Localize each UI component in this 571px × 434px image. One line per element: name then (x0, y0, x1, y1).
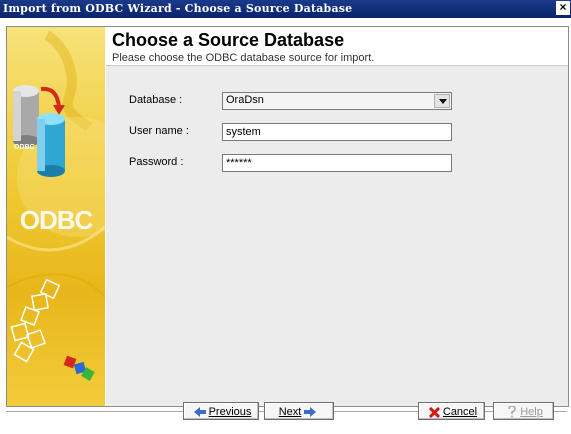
page-subtitle: Please choose the ODBC database source f… (112, 52, 375, 64)
odbc-logo-text: ODBC (19, 205, 94, 235)
next-button[interactable]: Next (264, 402, 334, 420)
form-panel: Database : OraDsn User name : Password : (106, 66, 568, 406)
next-button-label: Next (278, 406, 302, 418)
side-banner: ODBC ODBC (7, 27, 105, 406)
arrow-left-icon (193, 407, 206, 418)
password-input[interactable] (223, 155, 451, 171)
question-mark-icon (508, 406, 516, 418)
colored-cubes-icon (63, 355, 95, 381)
previous-button[interactable]: Previous (183, 402, 259, 420)
network-cubes-icon (10, 278, 61, 363)
database-select-value: OraDsn (226, 94, 264, 106)
odbc-small-label: ODBC (14, 144, 35, 151)
help-button-label: Help (520, 406, 543, 418)
cancel-button-label: Cancel (442, 406, 478, 418)
arrow-right-icon (304, 407, 317, 418)
cancel-button[interactable]: Cancel (418, 402, 485, 420)
help-button[interactable]: Help (493, 402, 554, 420)
chevron-down-icon[interactable] (434, 94, 450, 108)
username-label: User name : (129, 125, 189, 137)
database-select[interactable]: OraDsn (222, 92, 452, 110)
username-field[interactable] (222, 123, 452, 141)
username-input[interactable] (223, 124, 451, 140)
wizard-content: Choose a Source Database Please choose t… (106, 27, 568, 406)
wizard-frame: ODBC ODBC Choose a Source Database Pleas… (6, 26, 569, 407)
database-label: Database : (129, 94, 183, 106)
title-bar: Import from ODBC Wizard - Choose a Sourc… (0, 0, 571, 18)
close-icon[interactable]: × (556, 1, 570, 15)
wizard-window: ODBC ODBC Choose a Source Database Pleas… (0, 18, 571, 434)
page-title: Choose a Source Database (112, 30, 345, 50)
red-x-icon (428, 406, 440, 418)
database-cylinder-blue-icon (37, 113, 65, 177)
previous-button-label: Previous (208, 406, 252, 418)
password-field[interactable] (222, 154, 452, 172)
wizard-header: Choose a Source Database Please choose t… (106, 27, 568, 66)
window-title: Import from ODBC Wizard - Choose a Sourc… (3, 2, 353, 15)
password-label: Password : (129, 156, 184, 168)
database-cylinder-icon (13, 85, 39, 147)
